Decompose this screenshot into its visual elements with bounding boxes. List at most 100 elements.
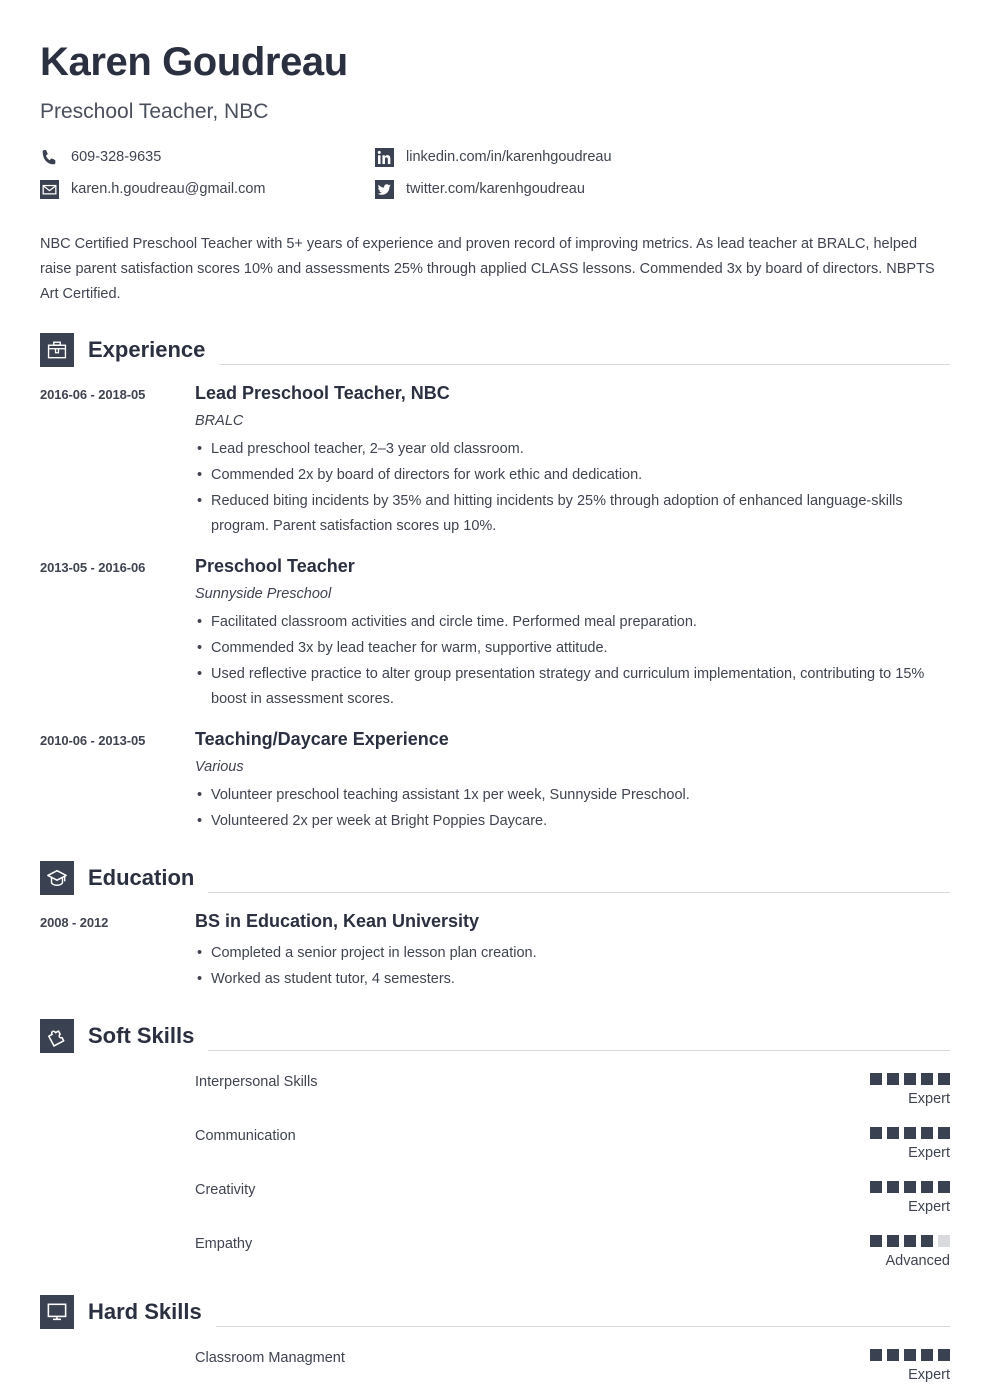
section-education: Education 2008 - 2012 BS in Education, K…: [40, 861, 950, 993]
rating-square: [887, 1235, 899, 1247]
entry-date: 2016-06 - 2018-05: [40, 387, 146, 402]
rating-square: [870, 1235, 882, 1247]
skill-row: Empathy Advanced: [40, 1235, 950, 1269]
skill-name: Interpersonal Skills: [195, 1074, 318, 1090]
section-divider: [208, 1050, 950, 1051]
skill-level: Advanced: [885, 1253, 951, 1269]
linkedin-icon: [375, 147, 394, 167]
list-item: Commended 2x by board of directors for w…: [195, 463, 940, 488]
rating-square: [887, 1349, 899, 1361]
rating-square: [870, 1127, 882, 1139]
skill-level: Expert: [908, 1091, 950, 1107]
contact-linkedin[interactable]: linkedin.com/in/karenhgoudreau: [375, 146, 935, 168]
entry-date: 2010-06 - 2013-05: [40, 733, 146, 748]
skill-rating: [830, 1073, 950, 1085]
rating-square: [921, 1181, 933, 1193]
professional-summary: NBC Certified Preschool Teacher with 5+ …: [40, 236, 935, 302]
rating-square: [904, 1349, 916, 1361]
skill-row: Communication Expert: [40, 1127, 950, 1161]
email-icon: [40, 179, 59, 199]
rating-square: [921, 1235, 933, 1247]
entry-title: Teaching/Daycare Experience: [195, 729, 449, 749]
list-item: Facilitated classroom activities and cir…: [195, 610, 940, 635]
list-item: Reduced biting incidents by 35% and hitt…: [195, 489, 940, 539]
rating-square: [938, 1181, 950, 1193]
rating-square: [938, 1073, 950, 1085]
graduation-cap-icon: [40, 861, 74, 895]
entry-date: 2008 - 2012: [40, 915, 109, 930]
contact-list: 609-328-9635 linkedin.com/in/karenhgoudr…: [40, 146, 950, 210]
section-divider: [208, 892, 950, 893]
puzzle-piece-icon: [40, 1019, 74, 1053]
skill-level: Expert: [908, 1367, 950, 1383]
rating-square: [904, 1127, 916, 1139]
rating-square: [904, 1181, 916, 1193]
entry-organization: BRALC: [195, 413, 244, 429]
entry-bullets: Completed a senior project in lesson pla…: [195, 941, 940, 992]
skill-name: Creativity: [195, 1182, 256, 1198]
section-header-experience: Experience: [40, 333, 950, 367]
briefcase-icon: [40, 333, 74, 367]
section-soft-skills: Soft Skills Interpersonal Skills Expert …: [40, 1019, 950, 1269]
list-item: Volunteered 2x per week at Bright Poppie…: [195, 809, 940, 834]
skill-row: Creativity Expert: [40, 1181, 950, 1215]
section-header-soft-skills: Soft Skills: [40, 1019, 950, 1053]
entry-title: Preschool Teacher: [195, 556, 355, 576]
skill-name: Classroom Managment: [195, 1350, 345, 1366]
list-item: Volunteer preschool teaching assistant 1…: [195, 783, 940, 808]
list-item: Completed a senior project in lesson pla…: [195, 941, 940, 966]
skill-level: Expert: [908, 1199, 950, 1215]
rating-square: [870, 1181, 882, 1193]
rating-square: [921, 1127, 933, 1139]
experience-entry: 2010-06 - 2013-05 Teaching/Daycare Exper…: [40, 729, 950, 835]
rating-square: [870, 1073, 882, 1085]
rating-square: [887, 1127, 899, 1139]
section-title-experience: Experience: [88, 337, 206, 362]
contact-email[interactable]: karen.h.goudreau@gmail.com: [40, 178, 375, 200]
list-item: Used reflective practice to alter group …: [195, 662, 940, 712]
entry-title: BS in Education, Kean University: [195, 911, 480, 931]
entry-bullets: Volunteer preschool teaching assistant 1…: [195, 783, 940, 834]
twitter-icon: [375, 179, 394, 199]
page-title: Karen Goudreau: [40, 40, 348, 84]
entry-bullets: Lead preschool teacher, 2–3 year old cla…: [195, 437, 940, 539]
list-item: Worked as student tutor, 4 semesters.: [195, 967, 940, 992]
rating-square: [904, 1073, 916, 1085]
section-experience: Experience 2016-06 - 2018-05 Lead Presch…: [40, 333, 950, 835]
resume-header: Karen Goudreau Preschool Teacher, NBC 60…: [40, 40, 950, 210]
skill-rating: [830, 1235, 950, 1247]
contact-email-text: karen.h.goudreau@gmail.com: [71, 181, 266, 197]
education-entry: 2008 - 2012 BS in Education, Kean Univer…: [40, 911, 950, 993]
rating-square: [904, 1235, 916, 1247]
entry-bullets: Facilitated classroom activities and cir…: [195, 610, 940, 712]
list-item: Lead preschool teacher, 2–3 year old cla…: [195, 437, 940, 462]
contact-phone[interactable]: 609-328-9635: [40, 146, 375, 168]
contact-twitter[interactable]: twitter.com/karenhgoudreau: [375, 178, 935, 200]
entry-date: 2013-05 - 2016-06: [40, 560, 146, 575]
entry-organization: Various: [195, 759, 244, 775]
skill-rating: [830, 1127, 950, 1139]
contact-linkedin-text: linkedin.com/in/karenhgoudreau: [406, 149, 612, 165]
contact-phone-text: 609-328-9635: [71, 149, 162, 165]
section-title-hard-skills: Hard Skills: [88, 1299, 202, 1324]
experience-entry: 2016-06 - 2018-05 Lead Preschool Teacher…: [40, 383, 950, 540]
skill-row: Classroom Managment Expert: [40, 1349, 950, 1383]
skill-level: Expert: [908, 1145, 950, 1161]
rating-square: [938, 1127, 950, 1139]
skill-name: Empathy: [195, 1236, 253, 1252]
section-title-soft-skills: Soft Skills: [88, 1023, 195, 1048]
entry-title: Lead Preschool Teacher, NBC: [195, 383, 450, 403]
skill-row: Interpersonal Skills Expert: [40, 1073, 950, 1107]
monitor-icon: [40, 1295, 74, 1329]
entry-organization: Sunnyside Preschool: [195, 586, 332, 602]
skill-name: Communication: [195, 1128, 296, 1144]
contact-twitter-text: twitter.com/karenhgoudreau: [406, 181, 585, 197]
section-divider: [215, 1326, 950, 1327]
rating-square: [887, 1073, 899, 1085]
list-item: Commended 3x by lead teacher for warm, s…: [195, 636, 940, 661]
rating-square: [921, 1349, 933, 1361]
resume-page: Karen Goudreau Preschool Teacher, NBC 60…: [0, 0, 990, 1383]
experience-entry: 2013-05 - 2016-06 Preschool Teacher Sunn…: [40, 556, 950, 713]
rating-square: [921, 1073, 933, 1085]
section-title-education: Education: [88, 865, 195, 890]
